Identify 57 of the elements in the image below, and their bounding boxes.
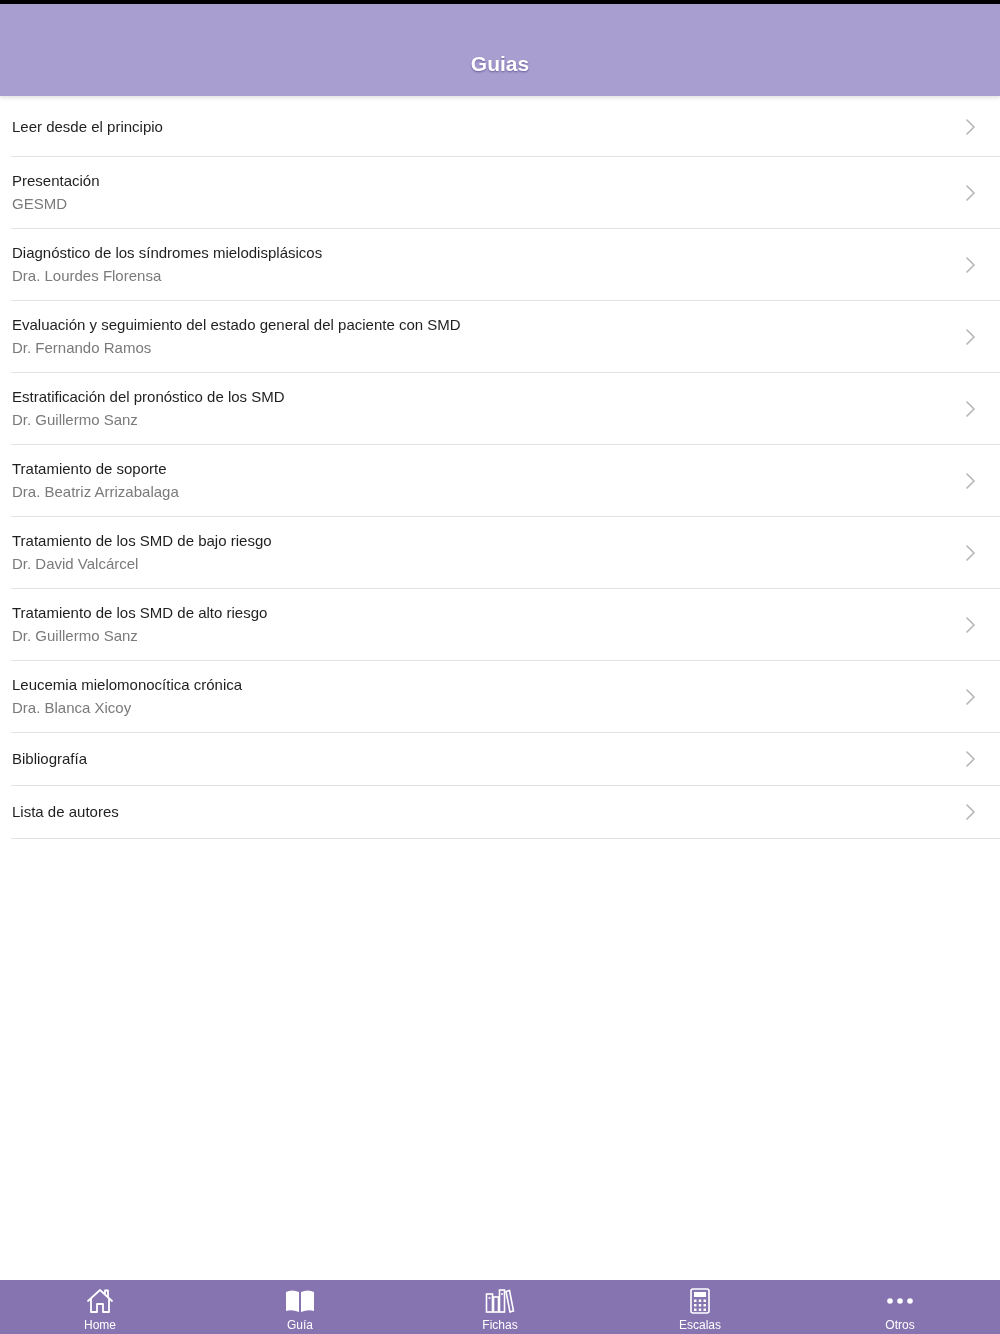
chevron-right-icon	[966, 119, 975, 135]
tab-label: Guía	[287, 1318, 313, 1332]
tab-label: Otros	[885, 1318, 915, 1332]
page-title: Guias	[470, 53, 530, 74]
item-subtitle: Dra. Lourdes Florensa	[12, 266, 163, 286]
list-item[interactable]: Bibliografía	[11, 733, 1000, 786]
chevron-right-icon	[966, 751, 975, 767]
list-item[interactable]: Estratificación del pronóstico de los SMD Dr. Guillermo Sanz	[11, 373, 1000, 445]
list-item[interactable]: Presentación GESMD	[11, 157, 1000, 229]
item-title: Tratamiento de los SMD de alto riesgo	[12, 603, 268, 623]
item-title: Leucemia mielomonocítica crónica	[12, 675, 243, 695]
item-subtitle: Dr. Guillermo Sanz	[12, 626, 139, 646]
item-title: Evaluación y seguimiento del estado general del paciente con SMD	[12, 315, 461, 335]
chevron-right-icon	[966, 616, 975, 633]
item-subtitle: GESMD	[12, 194, 68, 214]
item-title: Tratamiento de los SMD de bajo riesgo	[12, 531, 272, 551]
item-subtitle: Dr. David Valcárcel	[12, 554, 140, 574]
tab-item[interactable]: Home	[0, 1280, 200, 1334]
chevron-right-icon	[966, 400, 975, 417]
tab-label: Escalas	[679, 1318, 721, 1332]
tab-label: Fichas	[482, 1318, 518, 1332]
chevron-right-icon	[966, 688, 975, 705]
item-title: Diagnóstico de los síndromes mielodisplásicos	[12, 243, 323, 263]
list-item[interactable]: Tratamiento de los SMD de alto riesgo Dr. Guillermo Sanz	[11, 589, 1000, 661]
item-subtitle: Dra. Blanca Xicoy	[12, 698, 133, 718]
chevron-right-icon	[966, 184, 975, 201]
calculator-icon	[690, 1288, 710, 1314]
list-item[interactable]: Diagnóstico de los síndromes mielodisplásicos Dra. Lourdes Florensa	[11, 229, 1000, 301]
item-title: Tratamiento de soporte	[12, 459, 168, 479]
chevron-right-icon	[966, 256, 975, 273]
tab-item[interactable]: Fichas	[400, 1280, 600, 1334]
list-item[interactable]: Tratamiento de los SMD de bajo riesgo Dr. David Valcárcel	[11, 517, 1000, 589]
open-book-icon	[285, 1289, 315, 1313]
house-icon	[86, 1288, 114, 1314]
item-title: Bibliografía	[12, 749, 88, 769]
chevron-right-icon	[966, 544, 975, 561]
tab-item[interactable]: Escalas	[600, 1280, 800, 1334]
item-title: Lista de autores	[12, 802, 119, 822]
item-title: Presentación	[12, 171, 100, 191]
item-subtitle: Dra. Beatriz Arrizabalaga	[12, 482, 179, 502]
tab-item[interactable]: Guía	[200, 1280, 400, 1334]
item-title: Leer desde el principio	[12, 117, 163, 137]
books-icon	[485, 1288, 515, 1314]
chevron-right-icon	[966, 328, 975, 345]
item-subtitle: Dr. Guillermo Sanz	[12, 410, 139, 430]
item-title: Estratificación del pronóstico de los SMD	[12, 387, 285, 407]
chevron-right-icon	[966, 472, 975, 489]
list-item[interactable]: Tratamiento de soporte Dra. Beatriz Arrizabalaga	[11, 445, 1000, 517]
tab-item[interactable]: Otros	[800, 1280, 1000, 1334]
item-subtitle: Dr. Fernando Ramos	[12, 338, 153, 358]
chevron-right-icon	[966, 804, 975, 820]
list-item[interactable]: Leer desde el principio	[11, 98, 1000, 157]
list-item[interactable]: Lista de autores	[11, 786, 1000, 839]
tab-label: Home	[84, 1318, 116, 1332]
list-item[interactable]: Leucemia mielomonocítica crónica Dra. Blanca Xicoy	[11, 661, 1000, 733]
list-item[interactable]: Evaluación y seguimiento del estado general del paciente con SMD Dr. Fernando Ramos	[11, 301, 1000, 373]
more-icon	[887, 1298, 913, 1304]
